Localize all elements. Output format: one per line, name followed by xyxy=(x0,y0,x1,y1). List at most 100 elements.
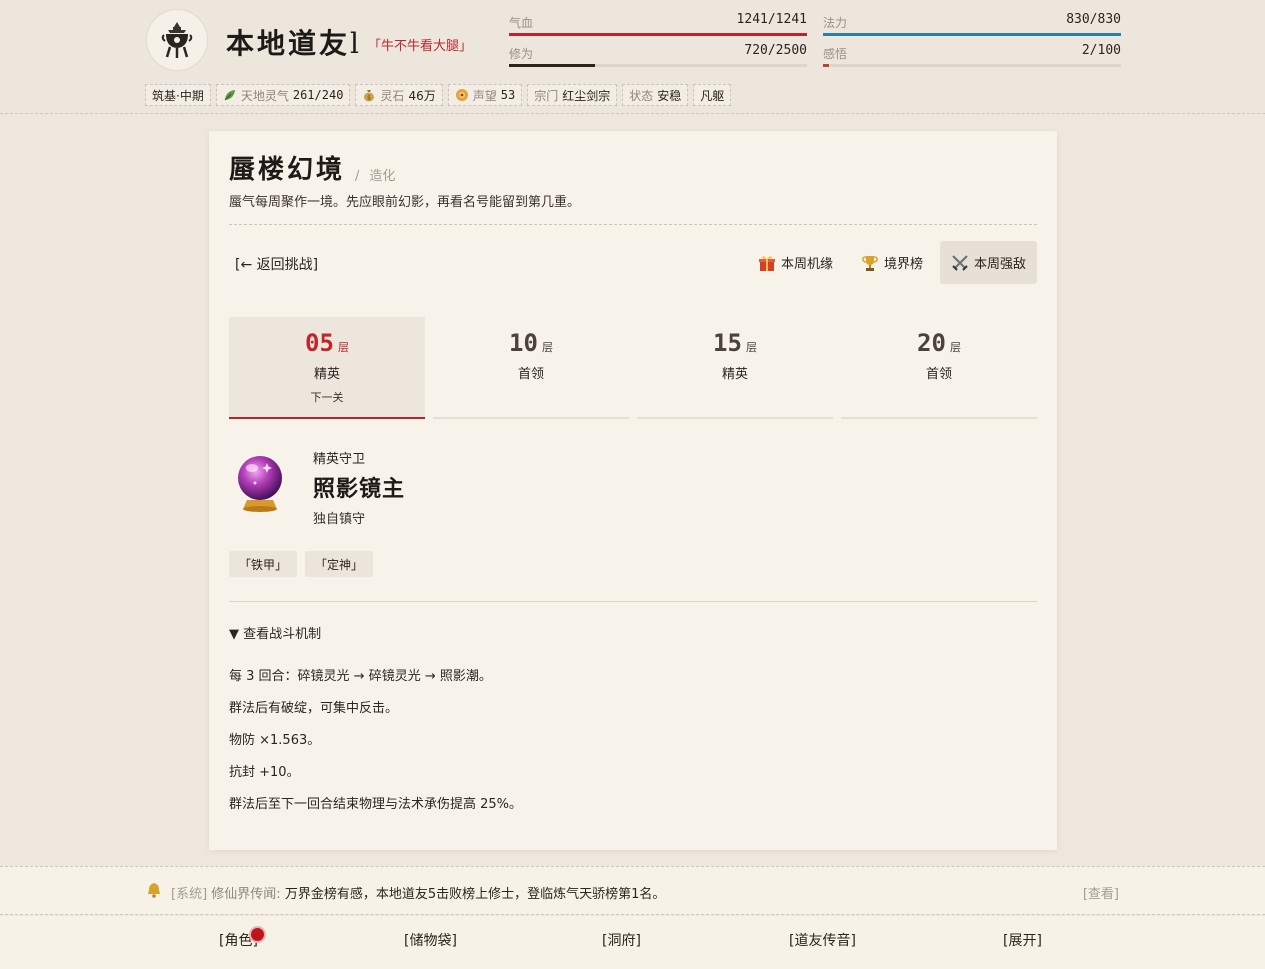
notice-message: 万界金榜有感，本地道友5击败榜上修士，登临炼气天骄榜第1名。 xyxy=(284,887,666,902)
floor-kind: 首领 xyxy=(925,367,952,382)
notice-view-link[interactable]: [查看] xyxy=(1083,883,1119,902)
floor-tab-10[interactable]: 10 层 首领 xyxy=(433,317,629,419)
subtitle-separator: / xyxy=(355,169,360,184)
page-subtitle: / 造化 xyxy=(355,165,395,184)
notice-text: [系统] 修仙界传闻: 万界金榜有感，本地道友5击败榜上修士，登临炼气天骄榜第1… xyxy=(171,883,665,902)
boss-tag: 精英守卫 xyxy=(313,452,366,467)
nav-bag[interactable]: [储物袋] xyxy=(404,930,457,950)
fame-label: 声望 xyxy=(472,88,497,103)
realm-chip[interactable]: 筑基·中期 xyxy=(145,84,211,106)
subtitle-text: 造化 xyxy=(369,169,396,184)
spirit-label: 天地灵气 xyxy=(240,88,289,103)
state-label: 状态 xyxy=(629,88,654,103)
svg-text:$: $ xyxy=(368,95,372,102)
divider xyxy=(229,601,1037,602)
floor-next-label: 下一关 xyxy=(310,391,344,404)
trait-badge[interactable]: 「铁甲」 xyxy=(229,551,298,577)
nav-friends[interactable]: [道友传音] xyxy=(789,930,856,950)
floor-tab-20[interactable]: 20 层 首领 xyxy=(841,317,1037,419)
sect-value: 红尘剑宗 xyxy=(562,88,611,103)
spirit-chip[interactable]: 天地灵气 261/240 xyxy=(215,84,351,106)
floor-kind: 首领 xyxy=(517,367,544,382)
floor-kind: 精英 xyxy=(313,367,340,382)
player-name: 本地道友l xyxy=(226,27,362,60)
notice-source: 修仙界传闻: xyxy=(211,887,281,902)
insight-label: 感悟 xyxy=(823,47,848,61)
insight-bar xyxy=(823,64,1121,67)
stone-chip[interactable]: $ 灵石 46万 xyxy=(355,84,443,106)
floor-number: 10 层 xyxy=(509,329,553,357)
bell-icon xyxy=(148,883,160,898)
stone-label: 灵石 xyxy=(380,88,405,103)
floor-tab-05[interactable]: 05 层 精英 下一关 xyxy=(229,317,425,419)
boss-traits: 「铁甲」 「定神」 xyxy=(229,551,374,577)
flower-badge-icon xyxy=(455,89,468,101)
floor-tab-15[interactable]: 15 层 精英 xyxy=(637,317,833,419)
status-chips: 筑基·中期 天地灵气 261/240 $ 灵石 46万 声望 53 宗门 红尘剑… xyxy=(145,84,732,106)
floor-number: 15 层 xyxy=(713,329,757,357)
floor-selector: 05 层 精英 下一关 10 层 首领 15 层 精英 20 层 首领 xyxy=(229,317,1037,419)
tab-weekly-fortune-label: 本周机缘 xyxy=(780,257,833,272)
nav-expand[interactable]: [展开] xyxy=(1003,930,1042,950)
floor-number: 20 层 xyxy=(917,329,961,357)
challenge-card: 蜃楼幻境 / 造化 蜃气每周聚作一境。先应眼前幻影，再看名号能留到第几重。 [← … xyxy=(209,131,1057,850)
trophy-icon xyxy=(862,255,878,271)
sect-chip[interactable]: 宗门 红尘剑宗 xyxy=(527,84,618,106)
crossed-swords-icon xyxy=(952,254,968,271)
tab-realm-ranking-label: 境界榜 xyxy=(883,257,923,272)
tab-weekly-enemy[interactable]: 本周强敌 xyxy=(939,241,1037,284)
hp-bar xyxy=(509,33,807,36)
gift-icon xyxy=(758,255,775,271)
notice-tag: [系统] xyxy=(171,887,208,902)
back-button[interactable]: [← 返回挑战] xyxy=(235,254,318,274)
mp-label: 法力 xyxy=(823,16,848,30)
fame-value: 53 xyxy=(500,88,516,102)
floor-kind: 精英 xyxy=(721,367,748,382)
fame-chip[interactable]: 声望 53 xyxy=(447,84,523,106)
body-chip[interactable]: 凡躯 xyxy=(693,84,732,106)
trait-badge[interactable]: 「定神」 xyxy=(305,551,374,577)
state-value: 安稳 xyxy=(657,88,682,103)
state-chip[interactable]: 状态 安稳 xyxy=(622,84,689,106)
hp-value: 1241/1241 xyxy=(736,12,807,27)
insight-value: 2/100 xyxy=(1081,43,1121,58)
cultivation-bar xyxy=(509,64,807,67)
crystal-ball-icon xyxy=(238,456,282,512)
player-title: 「牛不牛看大腿」 xyxy=(368,39,473,54)
divider xyxy=(229,224,1037,225)
page-description: 蜃气每周聚作一境。先应眼前幻影，再看名号能留到第几重。 xyxy=(229,195,581,210)
player-header: 本地道友l 「牛不牛看大腿」 气血 1241/1241 法力 830/830 修… xyxy=(0,0,1265,114)
cultivation-label: 修为 xyxy=(509,47,534,61)
mechanic-line: 每 3 回合：碎镜灵光 → 碎镜灵光 → 照影潮。 xyxy=(229,669,492,684)
avatar[interactable] xyxy=(146,9,208,71)
mechanics-toggle[interactable]: ▼ 查看战斗机制 xyxy=(229,623,321,642)
nav-cave[interactable]: [洞府] xyxy=(602,930,641,950)
boss-description: 独自镇守 xyxy=(313,512,366,527)
body-value: 凡躯 xyxy=(700,88,725,103)
notification-dot xyxy=(251,928,264,941)
bottom-nav: [角色] [储物袋] [洞府] [道友传音] [展开] xyxy=(0,916,1265,969)
spirit-value: 261/240 xyxy=(292,88,344,102)
tab-weekly-fortune[interactable]: 本周机缘 xyxy=(747,241,844,284)
page-title: 蜃楼幻境 xyxy=(229,155,346,185)
mechanic-line: 物防 ×1.563。 xyxy=(229,733,321,748)
tab-realm-ranking[interactable]: 境界榜 xyxy=(850,241,934,284)
sect-label: 宗门 xyxy=(534,88,559,103)
mechanic-line: 抗封 +10。 xyxy=(229,765,300,780)
mp-bar xyxy=(823,33,1121,36)
mp-value: 830/830 xyxy=(1066,12,1121,27)
boss-name: 照影镜主 xyxy=(313,477,406,502)
view-tabs: 本周机缘 境界榜 本周强敌 xyxy=(747,241,1037,284)
money-bag-icon: $ xyxy=(364,90,375,102)
leaf-icon xyxy=(224,90,235,101)
tab-weekly-enemy-label: 本周强敌 xyxy=(973,257,1026,272)
mechanic-line: 群法后有破绽，可集中反击。 xyxy=(229,701,399,716)
system-notice-bar: [系统] 修仙界传闻: 万界金榜有感，本地道友5击败榜上修士，登临炼气天骄榜第1… xyxy=(0,866,1265,915)
cultivation-value: 720/2500 xyxy=(744,43,807,58)
stone-value: 46万 xyxy=(408,88,436,103)
incense-burner-icon xyxy=(161,22,193,58)
realm-value: 筑基·中期 xyxy=(152,88,204,103)
hp-label: 气血 xyxy=(509,16,534,30)
floor-number: 05 层 xyxy=(305,329,349,357)
mechanic-line: 群法后至下一回合结束物理与法术承伤提高 25%。 xyxy=(229,797,523,812)
